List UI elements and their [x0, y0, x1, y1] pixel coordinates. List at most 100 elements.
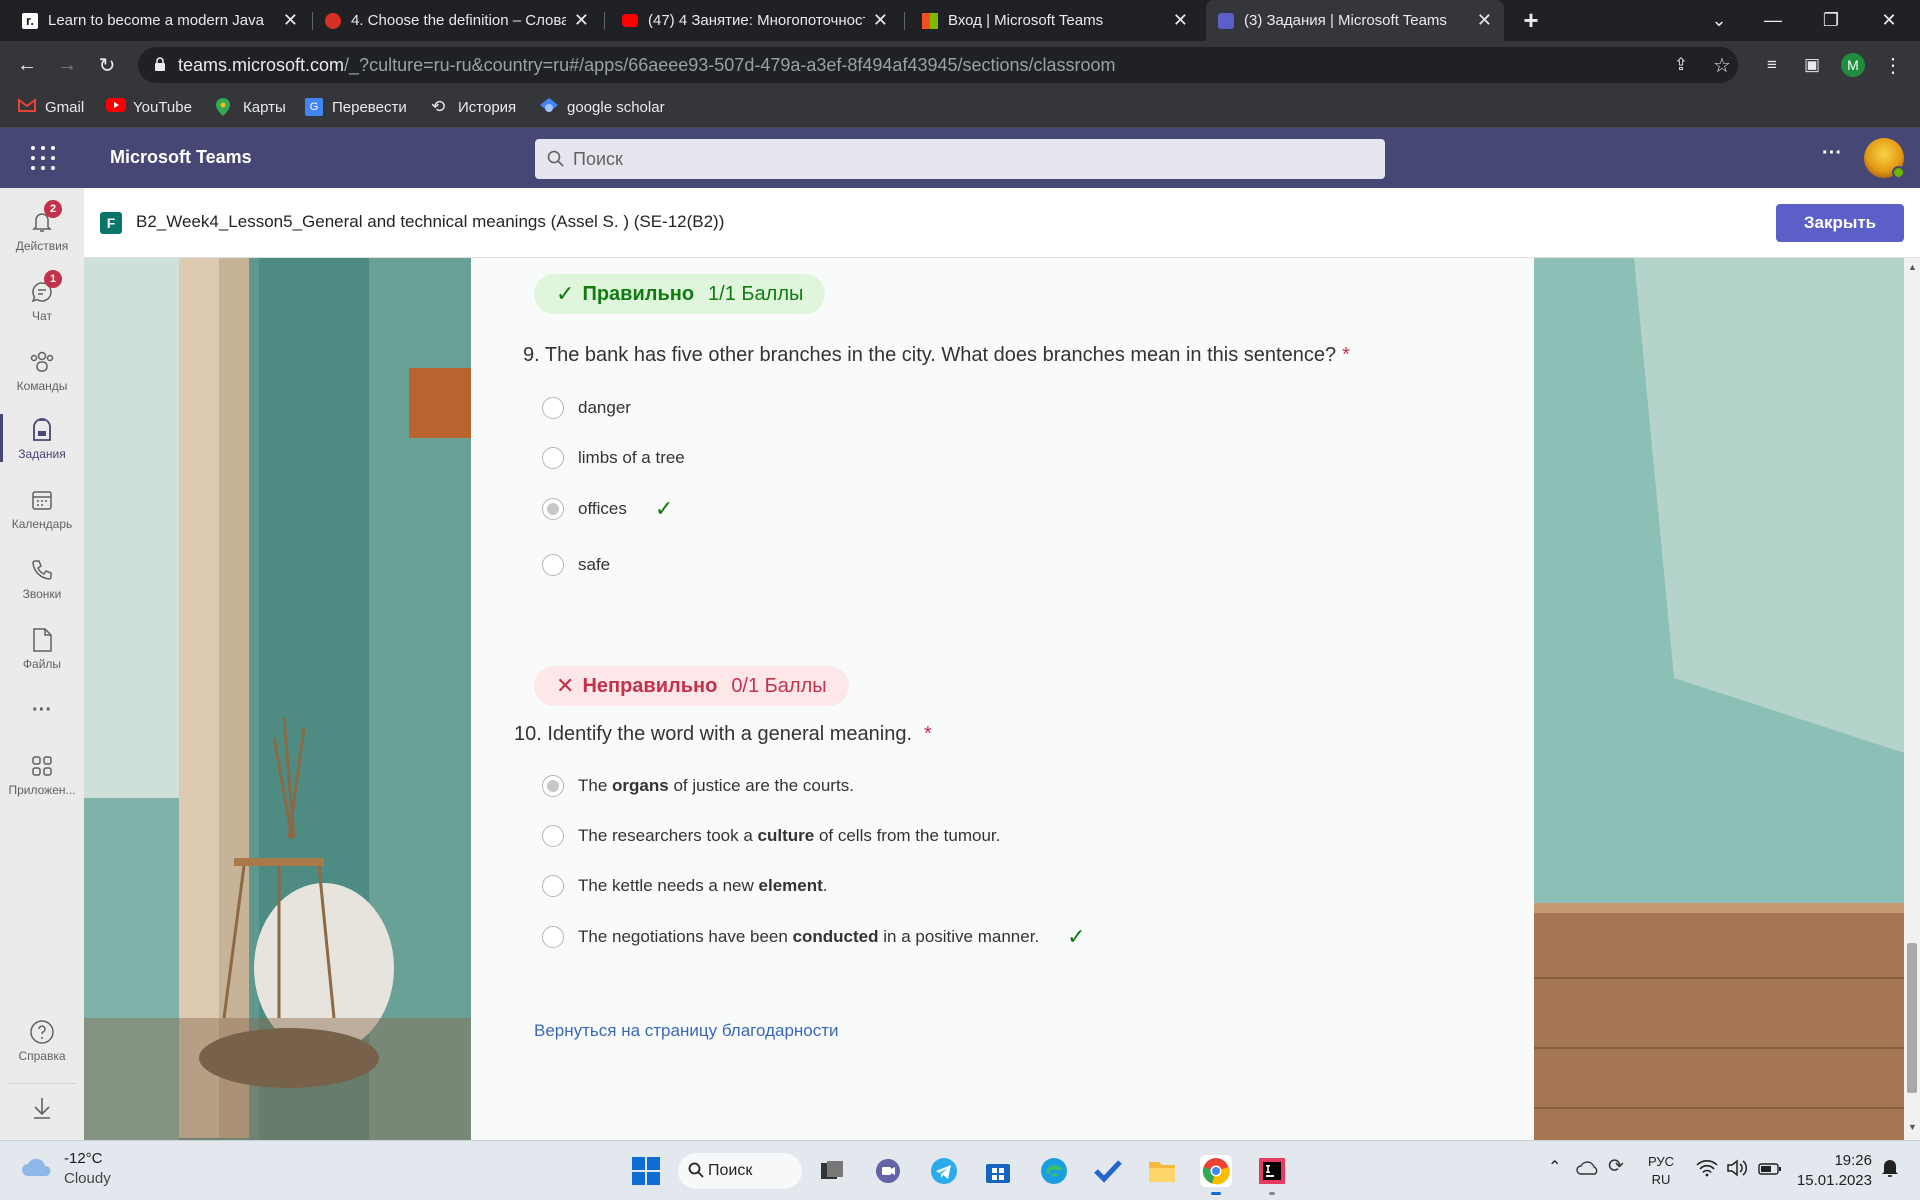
- answer-option[interactable]: danger: [542, 393, 631, 423]
- rail-item-chat[interactable]: 1 Чат: [0, 268, 84, 332]
- answer-option[interactable]: The negotiations have been conducted in …: [542, 922, 1086, 952]
- chrome-icon[interactable]: [1200, 1155, 1232, 1195]
- reload-icon[interactable]: ↻: [90, 48, 124, 82]
- media-queue-icon[interactable]: ≡: [1755, 48, 1789, 82]
- rail-item-help[interactable]: Справка: [0, 1008, 84, 1072]
- tab-close-icon[interactable]: ✕: [1477, 10, 1492, 31]
- back-to-thanks-link[interactable]: Вернуться на страницу благодарности: [534, 1021, 839, 1041]
- scroll-down-icon[interactable]: ▼: [1908, 1122, 1917, 1132]
- taskbar-search[interactable]: Поиск: [678, 1153, 802, 1189]
- share-icon[interactable]: ⇪: [1664, 48, 1698, 82]
- user-avatar[interactable]: [1864, 138, 1905, 179]
- new-tab-button[interactable]: +: [1508, 0, 1554, 41]
- radio-button[interactable]: [542, 825, 564, 847]
- rail-item-calendar[interactable]: Календарь: [0, 476, 84, 540]
- rail-label: Файлы: [22, 656, 62, 671]
- address-bar[interactable]: teams.microsoft.com/_?culture=ru-ru&coun…: [138, 47, 1738, 83]
- answer-option[interactable]: The researchers took a culture of cells …: [542, 821, 1000, 851]
- page-scrollbar[interactable]: ▲ ▼: [1904, 258, 1920, 1140]
- answer-option[interactable]: The organs of justice are the courts.: [542, 771, 854, 801]
- bookmark-youtube[interactable]: YouTube: [106, 98, 192, 116]
- bookmark-translate[interactable]: G Перевести: [305, 98, 407, 116]
- intellij-icon[interactable]: [1256, 1155, 1288, 1195]
- side-panel-icon[interactable]: ▣: [1795, 48, 1829, 82]
- more-options-icon[interactable]: ···: [1822, 142, 1842, 165]
- rail-item-more[interactable]: ···: [0, 680, 84, 744]
- tab-close-icon[interactable]: ✕: [574, 10, 589, 31]
- windows-start-icon[interactable]: [630, 1155, 662, 1187]
- file-explorer-icon[interactable]: [1146, 1155, 1178, 1187]
- radio-button-selected[interactable]: [542, 498, 564, 520]
- rail-item-activity[interactable]: 2 Действия: [0, 198, 84, 262]
- bookmark-gmail[interactable]: Gmail: [18, 98, 84, 116]
- scroll-up-icon[interactable]: ▲: [1908, 262, 1917, 272]
- rail-item-files[interactable]: Файлы: [0, 616, 84, 680]
- bookmark-history[interactable]: ⟲ История: [431, 98, 516, 116]
- battery-icon[interactable]: [1758, 1162, 1782, 1180]
- restore-button[interactable]: ❐: [1808, 0, 1854, 41]
- close-window-button[interactable]: ✕: [1866, 0, 1912, 41]
- teams-chat-icon[interactable]: [872, 1155, 904, 1187]
- scrollbar-thumb[interactable]: [1907, 943, 1917, 1093]
- browser-tab[interactable]: Вход | Microsoft Teams ✕: [910, 0, 1200, 41]
- form-content: ✓ Правильно 1/1 Баллы 9. The bank has fi…: [84, 258, 1920, 1140]
- clock[interactable]: 19:26 15.01.2023: [1792, 1151, 1872, 1191]
- answer-option[interactable]: safe: [542, 550, 610, 580]
- notification-bell-icon[interactable]: [1880, 1157, 1900, 1184]
- sync-icon[interactable]: ⟳: [1608, 1155, 1624, 1178]
- todo-icon[interactable]: [1092, 1155, 1124, 1187]
- weather-widget[interactable]: -12°C Cloudy: [20, 1149, 111, 1189]
- taskbar-search-label: Поиск: [708, 1162, 753, 1179]
- teams-icon: [28, 348, 56, 376]
- rail-item-teams[interactable]: Команды: [0, 338, 84, 402]
- radio-button[interactable]: [542, 397, 564, 419]
- edge-icon[interactable]: [1038, 1155, 1070, 1187]
- answer-option[interactable]: offices ✓: [542, 494, 673, 524]
- browser-tab-active[interactable]: (3) Задания | Microsoft Teams ✕: [1206, 0, 1504, 41]
- rail-item-calls[interactable]: Звонки: [0, 546, 84, 610]
- search-input[interactable]: Поиск: [535, 139, 1385, 179]
- tab-search-chevron-icon[interactable]: ⌄: [1696, 0, 1742, 41]
- browser-tab[interactable]: (47) 4 Занятие: Многопоточност ✕: [610, 0, 900, 41]
- radio-button[interactable]: [542, 926, 564, 948]
- task-view-icon[interactable]: [816, 1155, 848, 1187]
- option-label: safe: [578, 555, 611, 574]
- language-indicator[interactable]: РУС RU: [1646, 1153, 1676, 1189]
- microsoft-store-icon[interactable]: [982, 1155, 1014, 1187]
- tab-close-icon[interactable]: ✕: [283, 10, 298, 31]
- telegram-icon[interactable]: [928, 1155, 960, 1187]
- browser-tab[interactable]: 4. Choose the definition – Слова ✕: [313, 0, 601, 41]
- profile-avatar[interactable]: M: [1836, 48, 1870, 82]
- back-arrow-icon[interactable]: ←: [10, 48, 44, 82]
- download-icon[interactable]: [8, 1083, 76, 1131]
- option-keyword: conducted: [792, 927, 879, 946]
- onedrive-icon[interactable]: [1576, 1159, 1600, 1180]
- close-button[interactable]: Закрыть: [1776, 204, 1904, 242]
- volume-icon[interactable]: [1726, 1159, 1748, 1182]
- answer-option[interactable]: The kettle needs a new element.: [542, 871, 828, 901]
- rail-item-apps[interactable]: Приложен...: [0, 742, 84, 806]
- rail-item-assignments[interactable]: Задания: [0, 406, 84, 470]
- wifi-icon[interactable]: [1696, 1159, 1718, 1182]
- browser-menu-icon[interactable]: ⋮: [1876, 48, 1910, 82]
- radio-button[interactable]: [542, 554, 564, 576]
- minimize-button[interactable]: —: [1750, 0, 1796, 41]
- browser-tab[interactable]: r. Learn to become a modern Java ✕: [10, 0, 310, 41]
- answer-option[interactable]: limbs of a tree: [542, 443, 685, 473]
- tab-close-icon[interactable]: ✕: [1173, 10, 1188, 31]
- show-hidden-icons[interactable]: ⌃: [1548, 1157, 1561, 1177]
- radio-button-selected[interactable]: [542, 775, 564, 797]
- radio-button[interactable]: [542, 447, 564, 469]
- radio-button[interactable]: [542, 875, 564, 897]
- status-label: Правильно: [582, 282, 695, 305]
- status-badge-incorrect: ✕ Неправильно 0/1 Баллы: [534, 666, 849, 706]
- bookmark-scholar[interactable]: google scholar: [540, 98, 665, 116]
- tab-favicon-icon: [325, 12, 341, 29]
- bookmark-star-icon[interactable]: ☆: [1705, 48, 1739, 82]
- app-launcher-icon[interactable]: [30, 145, 56, 171]
- app-name: Microsoft Teams: [110, 147, 252, 167]
- bookmark-maps[interactable]: Карты: [216, 98, 286, 116]
- option-label: offices: [578, 499, 627, 518]
- forward-arrow-icon[interactable]: →: [50, 48, 84, 82]
- tab-close-icon[interactable]: ✕: [873, 10, 888, 31]
